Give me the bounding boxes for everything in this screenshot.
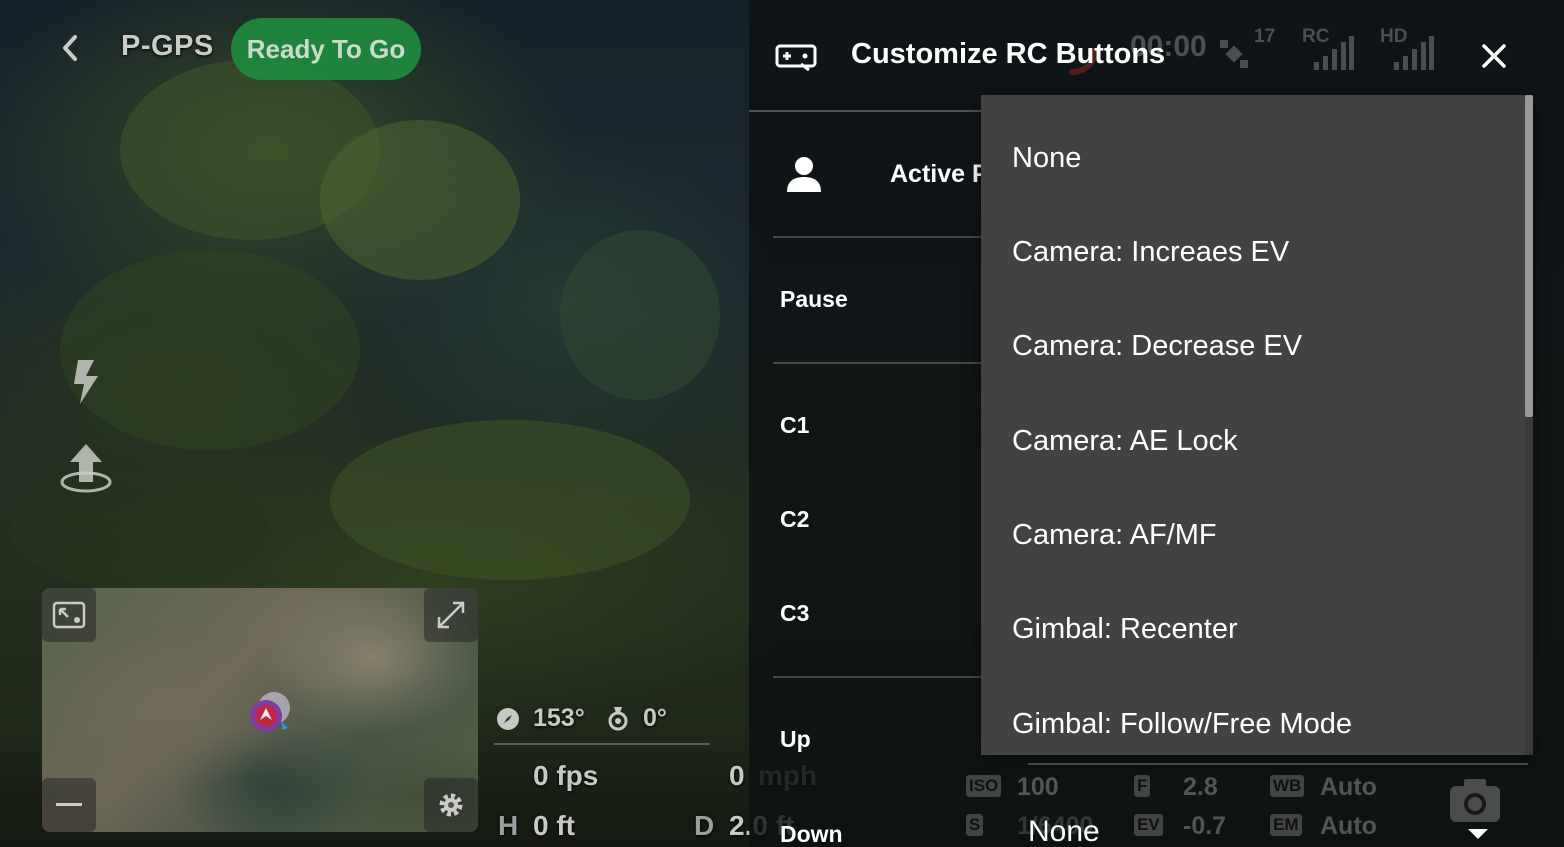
aperture-label: F xyxy=(1134,775,1151,797)
camera-icon[interactable] xyxy=(1448,776,1502,826)
status-badge[interactable]: Ready To Go xyxy=(231,18,421,80)
header-divider xyxy=(749,110,981,112)
iso-value: 100 xyxy=(1017,773,1059,801)
ev-value: -0.7 xyxy=(1183,812,1227,840)
flash-icon[interactable] xyxy=(64,356,108,408)
row-label-down[interactable]: Down xyxy=(780,821,843,847)
height-label: H xyxy=(498,810,519,841)
row-label-up[interactable]: Up xyxy=(780,726,811,753)
compass-icon xyxy=(497,708,519,730)
user-icon xyxy=(787,157,821,192)
heading-value: 153° xyxy=(533,704,585,732)
row-divider xyxy=(1028,763,1528,765)
speed-value: 0 xyxy=(729,760,745,791)
map-expand-button[interactable] xyxy=(424,588,478,642)
flight-mode-label[interactable]: P-GPS xyxy=(121,30,214,63)
chevron-left-icon xyxy=(63,35,77,61)
map-pip-button[interactable] xyxy=(42,588,96,642)
fps-value: 0 fps xyxy=(533,760,599,791)
rc-controller-icon xyxy=(775,44,817,72)
mini-map[interactable] xyxy=(42,588,478,832)
hd-signal-icon xyxy=(1394,36,1434,70)
shutter-label: S xyxy=(966,814,984,836)
em-label: EM xyxy=(1270,814,1302,836)
aircraft-location-icon xyxy=(250,692,290,732)
rc-signal-icon xyxy=(1314,36,1354,70)
iso-label: ISO xyxy=(966,775,1002,797)
active-profile-label[interactable]: Active P xyxy=(890,160,989,189)
minus-icon xyxy=(56,803,82,806)
map-settings-button[interactable] xyxy=(424,778,478,832)
em-value: Auto xyxy=(1320,812,1377,840)
dropdown-scrollbar[interactable] xyxy=(1525,95,1533,417)
takeoff-icon[interactable] xyxy=(56,440,116,496)
wb-value: Auto xyxy=(1320,773,1377,801)
dropdown-option-increase-ev[interactable]: Camera: Increaes EV xyxy=(981,205,1521,299)
telemetry-divider xyxy=(494,743,710,745)
picture-in-picture-icon xyxy=(52,601,86,629)
row-divider xyxy=(773,362,981,364)
dropdown-option-ae-lock[interactable]: Camera: AE Lock xyxy=(981,394,1521,488)
chevron-down-icon[interactable] xyxy=(1466,826,1490,842)
aperture-value: 2.8 xyxy=(1183,773,1218,801)
dropdown-option-decrease-ev[interactable]: Camera: Decrease EV xyxy=(981,299,1521,393)
gimbal-icon xyxy=(608,707,628,731)
dropdown-option-gimbal-recenter[interactable]: Gimbal: Recenter xyxy=(981,582,1521,676)
wb-label: WB xyxy=(1270,775,1305,797)
row-divider xyxy=(773,676,981,678)
function-dropdown[interactable]: None Camera: Increaes EV Camera: Decreas… xyxy=(981,95,1533,755)
panel-title: Customize RC Buttons xyxy=(851,38,1166,70)
row-label-c3[interactable]: C3 xyxy=(780,600,809,627)
gimbal-pitch-value: 0° xyxy=(643,704,667,732)
row-divider xyxy=(773,236,981,238)
row-label-pause[interactable]: Pause xyxy=(780,286,848,313)
gear-icon xyxy=(439,793,463,817)
dropdown-option-none[interactable]: None xyxy=(981,111,1521,205)
row-label-c1[interactable]: C1 xyxy=(780,412,809,439)
back-button[interactable] xyxy=(52,30,88,66)
close-button[interactable] xyxy=(1474,36,1514,76)
map-zoom-out-button[interactable] xyxy=(42,778,96,832)
distance-label: D xyxy=(694,810,715,841)
dropdown-option-gimbal-follow-free[interactable]: Gimbal: Follow/Free Mode xyxy=(981,677,1521,755)
dropdown-option-af-mf[interactable]: Camera: AF/MF xyxy=(981,488,1521,582)
expand-icon xyxy=(437,601,465,629)
satellite-icon xyxy=(1220,40,1248,68)
height-value: 0 ft xyxy=(533,810,575,841)
satellite-count: 17 xyxy=(1254,26,1276,47)
ev-label: EV xyxy=(1134,814,1163,836)
down-button-function-value[interactable]: None xyxy=(1028,815,1100,847)
row-label-c2[interactable]: C2 xyxy=(780,506,809,533)
close-icon xyxy=(1482,44,1506,68)
